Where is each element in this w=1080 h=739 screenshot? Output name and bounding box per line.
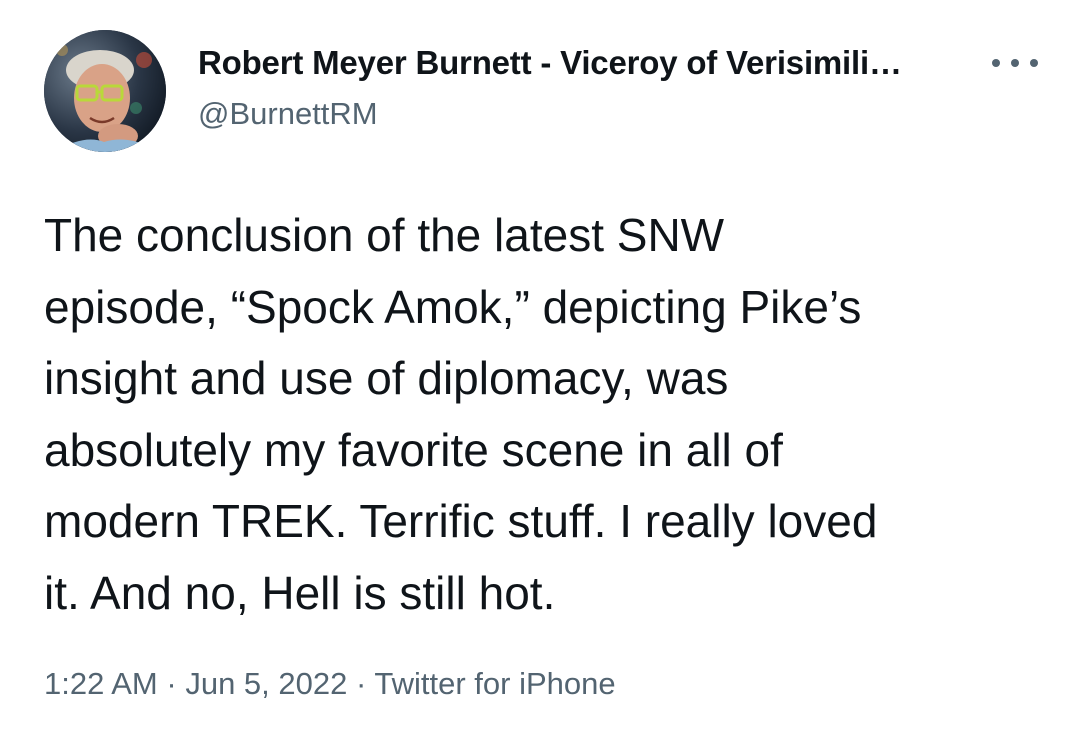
author-display-name[interactable]: Robert Meyer Burnett - Viceroy of Verisi… — [198, 44, 938, 82]
profile-photo-icon — [44, 30, 166, 152]
tweet-card: Robert Meyer Burnett - Viceroy of Verisi… — [0, 0, 1080, 739]
dot — [1011, 59, 1019, 67]
tweet-metadata: 1:22 AM · Jun 5, 2022 · Twitter for iPho… — [44, 666, 616, 702]
tweet-text-line: The conclusion of the latest SNW — [44, 209, 725, 261]
tweet-text-line: episode, “Spock Amok,” depicting Pike’s — [44, 280, 862, 333]
dot — [1030, 59, 1038, 67]
author-handle[interactable]: @BurnettRM — [198, 96, 378, 132]
tweet-date[interactable]: Jun 5, 2022 — [185, 666, 347, 701]
more-options-icon[interactable] — [992, 48, 1038, 78]
tweet-text-line: absolutely my favorite scene in all of — [44, 423, 783, 476]
dot — [992, 59, 1000, 67]
tweet-text-line: insight and use of diplomacy, was — [44, 352, 729, 404]
tweet-text: The conclusion of the latest SNW episode… — [44, 200, 1044, 629]
tweet-text-line: modern TREK. Terrific stuff. I really lo… — [44, 495, 878, 547]
separator: · — [166, 666, 177, 701]
tweet-time[interactable]: 1:22 AM — [44, 666, 158, 701]
avatar[interactable] — [44, 30, 166, 152]
tweet-text-line: it. And no, Hell is still hot. — [44, 566, 556, 619]
tweet-source[interactable]: Twitter for iPhone — [374, 666, 615, 701]
separator: · — [355, 666, 367, 701]
